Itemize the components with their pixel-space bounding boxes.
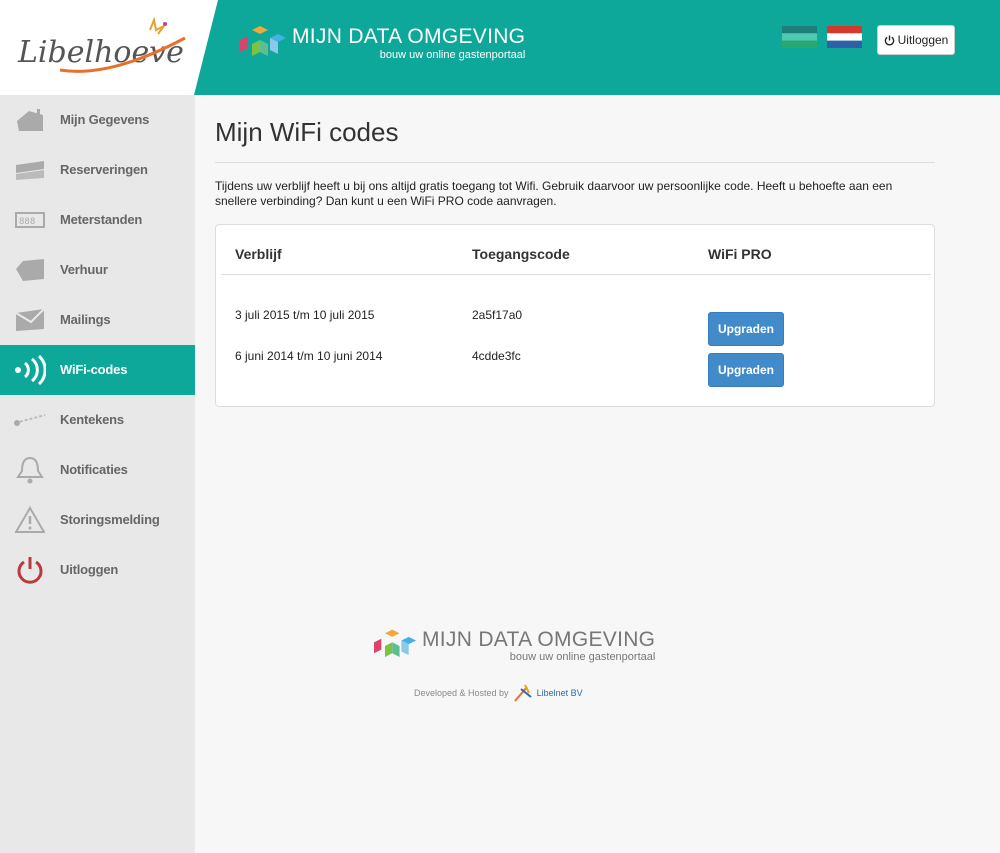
warning-icon (14, 505, 46, 535)
power-icon (14, 555, 46, 585)
access-code: 2a5f17a0 (472, 308, 523, 322)
brand-subtitle: bouw uw online gastenportaal (379, 49, 526, 61)
meter-icon: 888 (14, 205, 46, 235)
ticket-icon (14, 155, 46, 185)
sidebar: Mijn Gegevens Reserveringen 888 Metersta… (0, 95, 195, 853)
svg-text:888: 888 (19, 217, 35, 227)
sidebar-item-storingsmelding[interactable]: Storingsmelding (0, 495, 195, 545)
sidebar-item-notificaties[interactable]: Notificaties (0, 445, 195, 495)
sidebar-item-reserveringen[interactable]: Reserveringen (0, 145, 195, 195)
header-divider (221, 274, 931, 275)
footer-brand-title: MIJN DATA OMGEVING (422, 628, 656, 651)
sidebar-item-label: Kentekens (60, 412, 124, 427)
flag-language-alt-icon[interactable] (782, 26, 817, 48)
flag-nl-icon[interactable] (827, 26, 862, 48)
house-icon (14, 105, 46, 135)
sidebar-item-mailings[interactable]: Mailings (0, 295, 195, 345)
libelhoeve-logo: Libelhoeve (0, 0, 218, 95)
intro-text: Tijdens uw verblijf heeft u bij ons alti… (215, 179, 893, 208)
sidebar-item-label: Notificaties (60, 462, 128, 477)
logo-area[interactable]: Libelhoeve (0, 0, 240, 95)
tag-icon (14, 255, 46, 285)
cubes-logo-icon (240, 26, 286, 56)
brand: MIJN DATA OMGEVING bouw uw online gasten… (240, 26, 525, 66)
envelope-icon (14, 305, 46, 335)
stay-period: 3 juli 2015 t/m 10 juli 2015 (235, 308, 375, 322)
developed-by-label: Developed & Hosted by (414, 688, 509, 698)
sidebar-item-label: WiFi-codes (60, 362, 128, 377)
sidebar-item-label: Reserveringen (60, 162, 148, 177)
sidebar-item-label: Mailings (60, 312, 111, 327)
developed-by: Developed & Hosted by Libelnet BV (414, 683, 583, 703)
sidebar-item-wifi-codes[interactable]: WiFi-codes (0, 345, 195, 395)
sidebar-item-mijn-gegevens[interactable]: Mijn Gegevens (0, 95, 195, 145)
sidebar-item-label: Mijn Gegevens (60, 112, 150, 127)
stay-period: 6 juni 2014 t/m 10 juni 2014 (235, 349, 383, 363)
footer-brand: MIJN DATA OMGEVING bouw uw online gasten… (374, 629, 655, 663)
sidebar-item-meterstanden[interactable]: 888 Meterstanden (0, 195, 195, 245)
title-divider (215, 162, 935, 163)
sidebar-item-label: Storingsmelding (60, 512, 160, 527)
libelnet-link[interactable]: Libelnet BV (537, 688, 583, 698)
page-title: Mijn WiFi codes (215, 117, 399, 147)
wifi-icon (14, 355, 46, 385)
column-header-toegangscode: Toegangscode (472, 246, 570, 262)
column-header-verblijf: Verblijf (235, 246, 282, 262)
wifi-codes-table: Verblijf Toegangscode WiFi PRO 3 juli 20… (215, 224, 935, 407)
brand-title: MIJN DATA OMGEVING (292, 25, 526, 48)
logout-button[interactable]: Uitloggen (877, 25, 955, 55)
upgrade-button[interactable]: Upgraden (708, 353, 784, 387)
sidebar-item-uitloggen[interactable]: Uitloggen (0, 545, 195, 595)
libelnet-logo-icon (513, 684, 532, 702)
footer-brand-subtitle: bouw uw online gastenportaal (509, 651, 656, 663)
sidebar-item-label: Uitloggen (60, 562, 119, 577)
cubes-logo-icon (374, 629, 416, 657)
key-icon (14, 405, 46, 435)
bell-icon (14, 455, 46, 485)
power-icon (884, 34, 894, 45)
sidebar-item-kentekens[interactable]: Kentekens (0, 395, 195, 445)
logo-text: Libelhoeve (17, 35, 184, 70)
column-header-wifi-pro: WiFi PRO (708, 246, 772, 262)
sidebar-item-label: Meterstanden (60, 212, 143, 227)
upgrade-button[interactable]: Upgraden (708, 312, 784, 346)
access-code: 4cdde3fc (472, 349, 521, 363)
sidebar-item-label: Verhuur (60, 262, 108, 277)
sidebar-item-verhuur[interactable]: Verhuur (0, 245, 195, 295)
logout-label: Uitloggen (897, 33, 949, 47)
top-header: Libelhoeve MIJN DATA OMGEVING bouw uw on… (0, 0, 1000, 95)
